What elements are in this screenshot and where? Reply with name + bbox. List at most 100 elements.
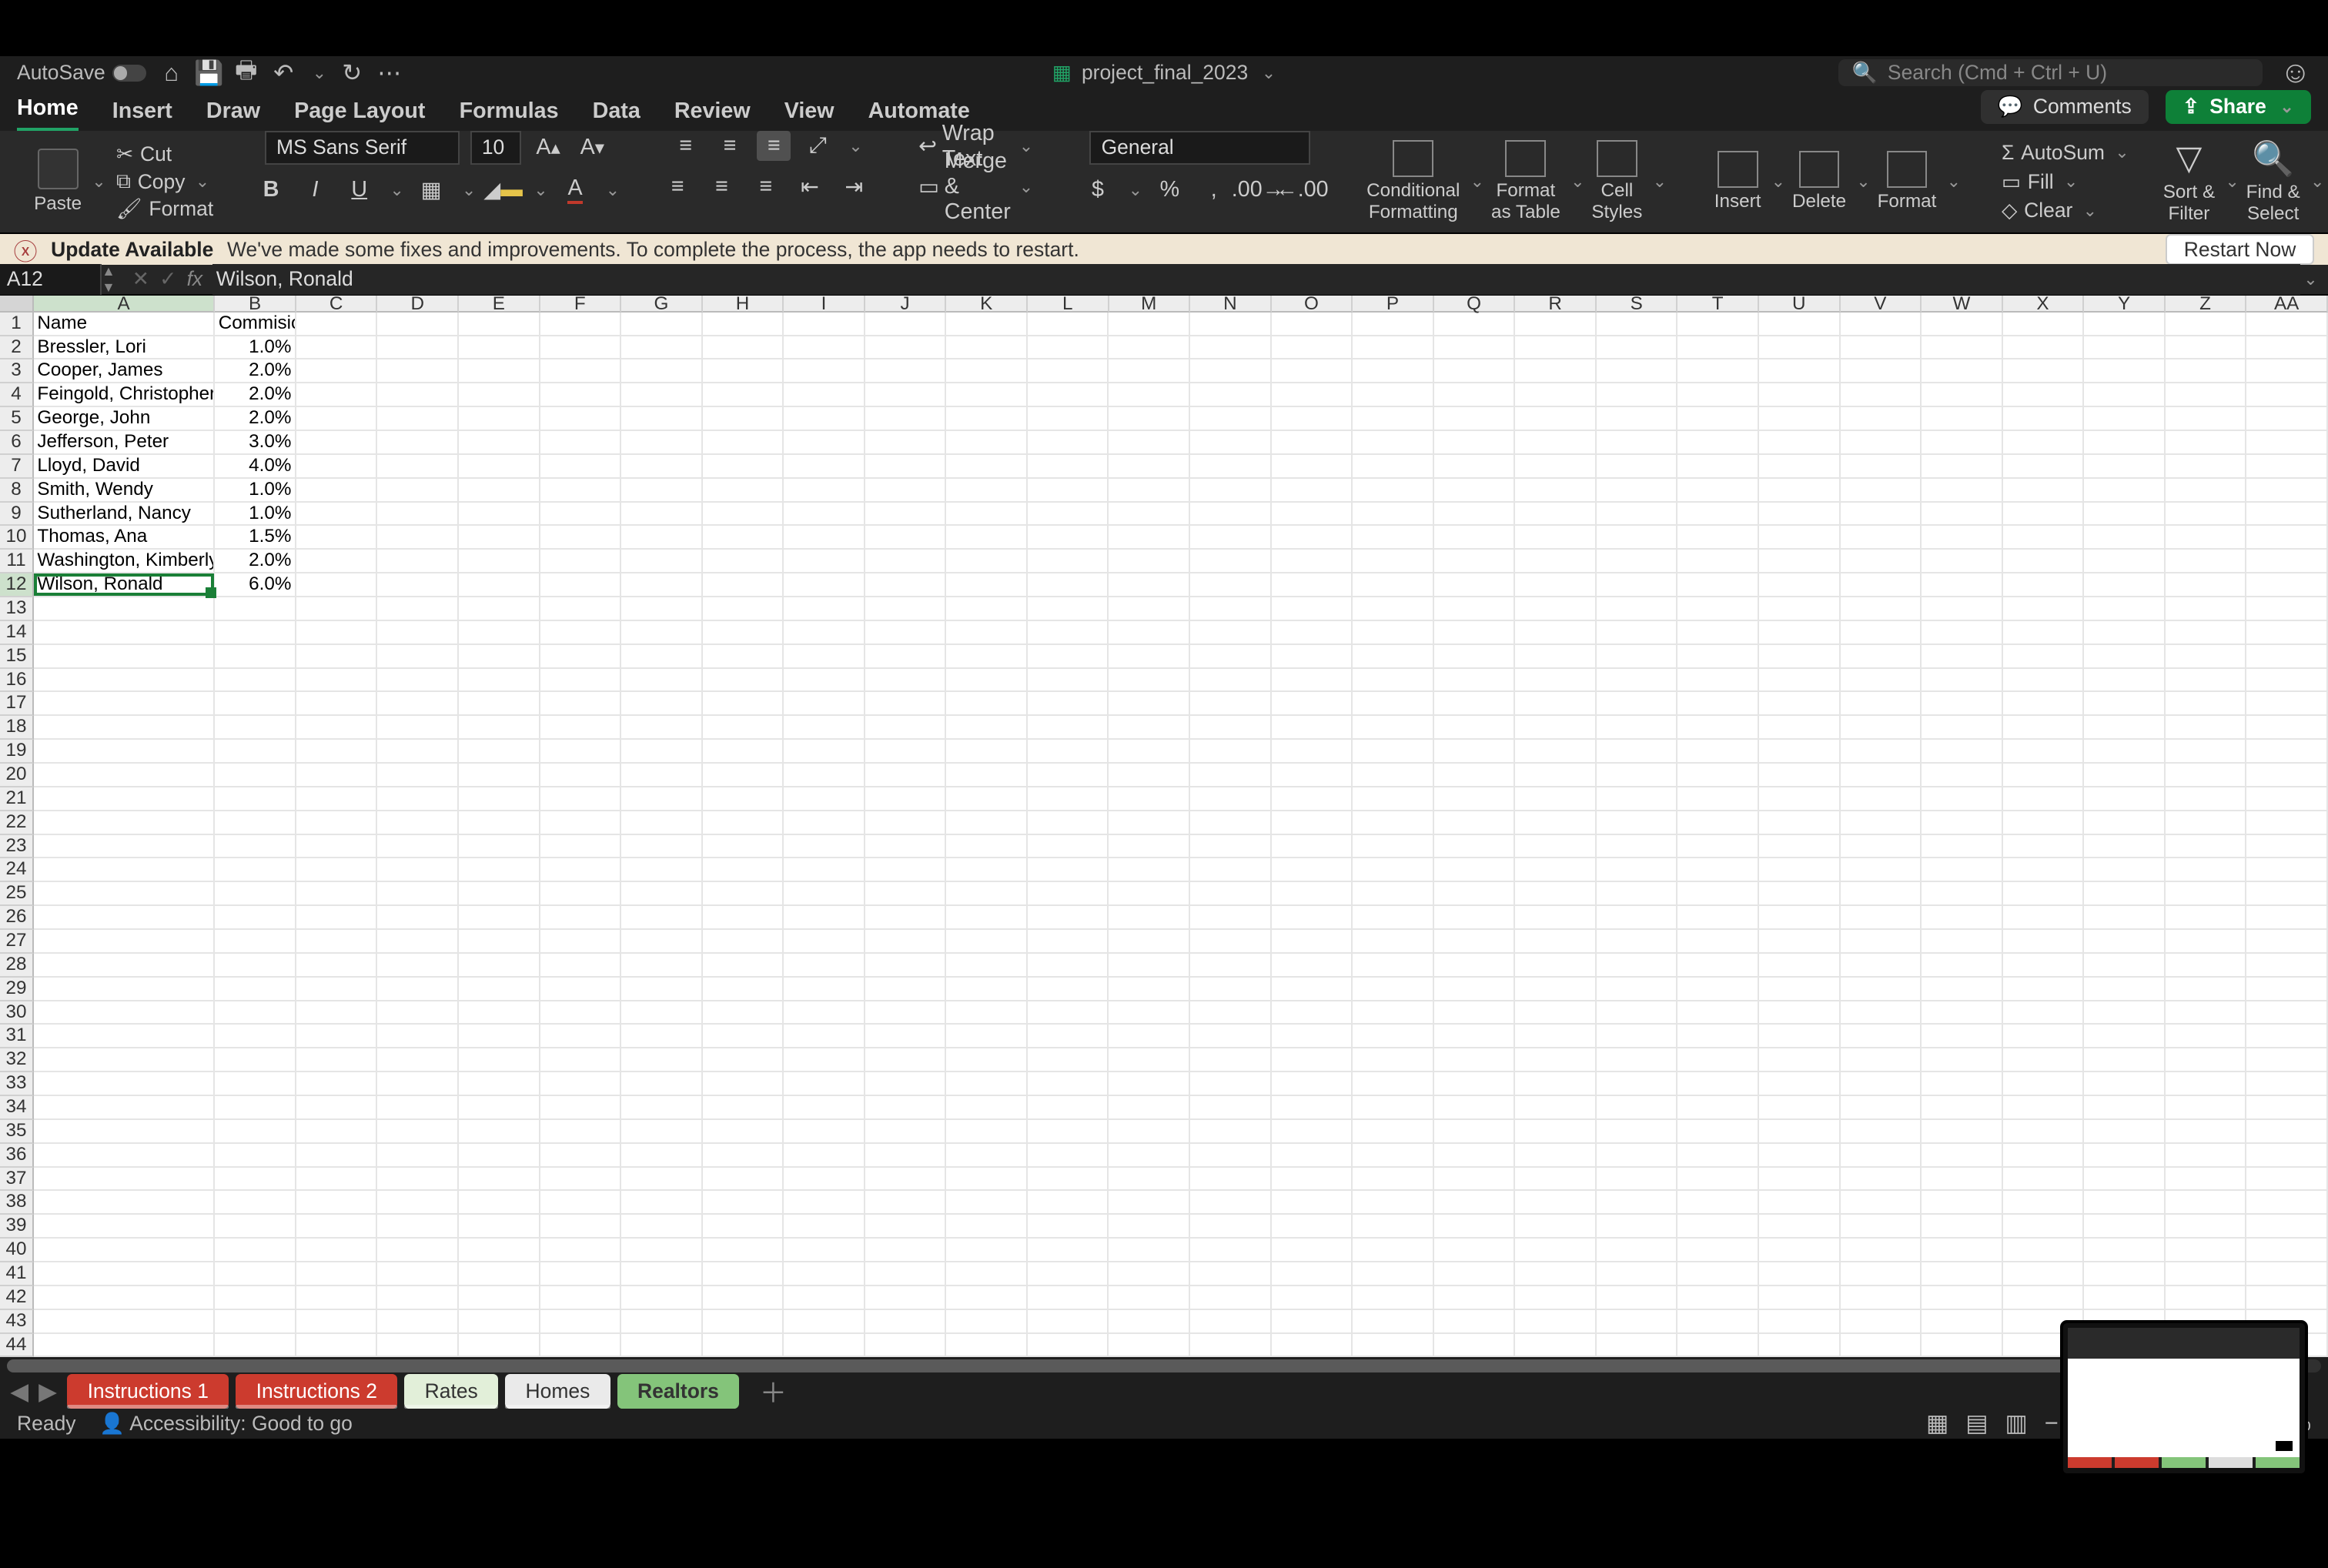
cell[interactable] <box>377 906 459 930</box>
cell[interactable] <box>946 811 1028 835</box>
cell[interactable] <box>703 882 784 906</box>
cell[interactable] <box>1109 383 1190 407</box>
cell[interactable] <box>865 1191 947 1215</box>
cell[interactable] <box>946 621 1028 645</box>
cell[interactable] <box>540 1168 622 1192</box>
cell[interactable] <box>1434 1120 1516 1144</box>
cell[interactable] <box>540 1144 622 1168</box>
cell[interactable] <box>2003 526 2085 550</box>
tab-formulas[interactable]: Formulas <box>460 99 559 131</box>
cell[interactable] <box>1434 1168 1516 1192</box>
cell[interactable] <box>1353 1215 1434 1239</box>
sheet-tab[interactable]: Instructions 1 <box>67 1374 229 1408</box>
cell[interactable] <box>703 835 784 859</box>
cell[interactable] <box>703 1262 784 1286</box>
cell[interactable] <box>296 1048 378 1072</box>
presence-icon[interactable]: ☺ <box>2280 55 2311 90</box>
cell[interactable] <box>703 1144 784 1168</box>
cell[interactable] <box>1028 1286 1109 1310</box>
cell[interactable] <box>296 1025 378 1048</box>
cell[interactable] <box>2003 1120 2085 1144</box>
row-header[interactable]: 36 <box>0 1144 34 1168</box>
cell[interactable] <box>1028 858 1109 882</box>
cell[interactable] <box>2003 906 2085 930</box>
cell[interactable] <box>1109 1191 1190 1215</box>
cell[interactable] <box>1109 1168 1190 1192</box>
cell[interactable] <box>2246 407 2328 431</box>
cell[interactable] <box>2246 645 2328 669</box>
column-header[interactable]: C <box>296 296 378 313</box>
cell[interactable] <box>621 359 703 383</box>
cell[interactable] <box>377 1215 459 1239</box>
cell[interactable] <box>2084 1191 2166 1215</box>
cell[interactable] <box>1759 1001 1841 1025</box>
cell[interactable] <box>296 906 378 930</box>
cell[interactable] <box>377 1286 459 1310</box>
cell[interactable] <box>1109 1215 1190 1239</box>
cell[interactable] <box>459 978 540 1001</box>
cell[interactable] <box>1597 573 1678 597</box>
cell[interactable] <box>784 882 865 906</box>
cell[interactable] <box>1677 431 1759 455</box>
cell[interactable] <box>784 835 865 859</box>
cell[interactable] <box>215 1144 296 1168</box>
cell[interactable] <box>215 1025 296 1048</box>
row-header[interactable]: 41 <box>0 1262 34 1286</box>
cell[interactable] <box>1759 1215 1841 1239</box>
cell[interactable] <box>2003 313 2085 336</box>
cell[interactable] <box>2003 573 2085 597</box>
cell[interactable] <box>1922 1025 2003 1048</box>
column-header[interactable]: T <box>1677 296 1759 313</box>
cell[interactable] <box>296 930 378 954</box>
cell[interactable] <box>1272 526 1353 550</box>
cell[interactable] <box>2246 1025 2328 1048</box>
cell[interactable] <box>540 1262 622 1286</box>
cell[interactable] <box>621 930 703 954</box>
row-header[interactable]: 2 <box>0 336 34 360</box>
cell[interactable] <box>296 764 378 787</box>
cell[interactable] <box>865 811 947 835</box>
cell[interactable] <box>1190 1286 1272 1310</box>
cell[interactable] <box>377 1310 459 1334</box>
cell[interactable] <box>1759 906 1841 930</box>
row-header[interactable]: 12 <box>0 573 34 597</box>
cell[interactable] <box>703 692 784 716</box>
cell[interactable] <box>621 669 703 693</box>
cell[interactable] <box>459 336 540 360</box>
cell[interactable] <box>946 431 1028 455</box>
cell[interactable] <box>1434 716 1516 740</box>
cell[interactable] <box>1028 597 1109 621</box>
cell[interactable] <box>703 1191 784 1215</box>
cell[interactable] <box>1759 1072 1841 1096</box>
cell[interactable] <box>946 669 1028 693</box>
column-header[interactable]: Z <box>2166 296 2247 313</box>
cell[interactable] <box>1922 692 2003 716</box>
cell[interactable] <box>1922 1001 2003 1025</box>
cell[interactable] <box>34 930 215 954</box>
cell[interactable]: Feingold, Christopher <box>34 383 215 407</box>
cell[interactable] <box>1190 597 1272 621</box>
cell[interactable] <box>1028 669 1109 693</box>
cell[interactable] <box>1109 1120 1190 1144</box>
cell[interactable] <box>1272 1334 1353 1358</box>
cell[interactable] <box>784 787 865 811</box>
cell[interactable] <box>1190 383 1272 407</box>
cell[interactable] <box>703 1286 784 1310</box>
cell[interactable] <box>2246 1001 2328 1025</box>
cell[interactable] <box>459 503 540 527</box>
row-header[interactable]: 7 <box>0 455 34 479</box>
cell[interactable] <box>1272 336 1353 360</box>
cell[interactable] <box>377 1168 459 1192</box>
cell[interactable] <box>1272 1215 1353 1239</box>
cell[interactable] <box>1434 526 1516 550</box>
row-header[interactable]: 8 <box>0 479 34 503</box>
print-icon[interactable]: 🖶 <box>234 61 258 85</box>
column-header[interactable]: M <box>1109 296 1191 313</box>
cell[interactable] <box>1028 811 1109 835</box>
cell[interactable]: 3.0% <box>215 431 296 455</box>
cell[interactable] <box>34 978 215 1001</box>
cell[interactable] <box>865 597 947 621</box>
cell[interactable] <box>1841 359 1922 383</box>
cell[interactable] <box>34 954 215 978</box>
column-header[interactable]: W <box>1922 296 2003 313</box>
